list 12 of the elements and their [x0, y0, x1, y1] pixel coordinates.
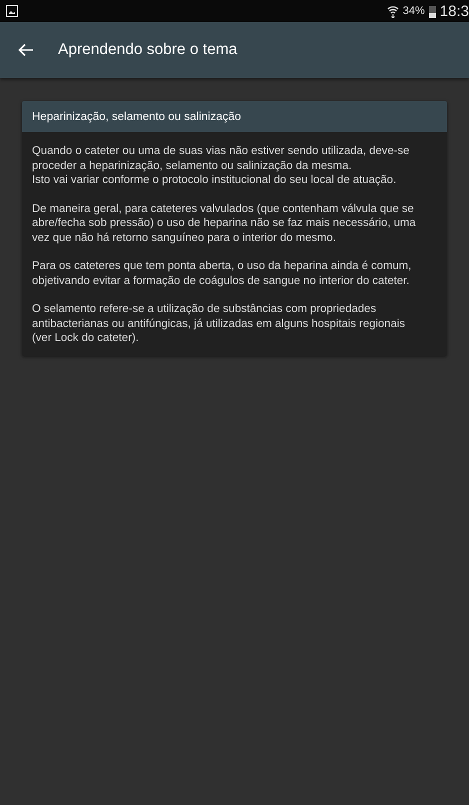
body-paragraph: O selamento refere-se a utilização de substâncias com propriedades antibacterianas ou antifúngicas, já utilizadas em alguns hospitais regionais (ver Lock do cateter).	[32, 302, 406, 346]
back-button[interactable]	[18, 43, 34, 57]
picture-icon	[6, 5, 18, 17]
body-paragraph: De maneira geral, para cateteres valvulados (que contenham válvula que se abre/fecha sob pressão) o uso de heparina não se faz mais necessário, uma vez que não há retorno sanguíneo para o interior do mesmo.	[32, 202, 417, 245]
battery-percentage: 34%	[402, 5, 425, 17]
wifi-icon	[386, 4, 399, 18]
app-bar-title: Aprendendo sobre o tema	[58, 41, 238, 59]
status-time: 18:3	[440, 2, 469, 20]
battery-icon	[428, 4, 436, 18]
body-paragraph: Para os cateteres que tem ponta aberta, o uso da heparina ainda é comum, objetivando evitar a formação de coágulos de sangue no interior do cateter.	[32, 259, 412, 288]
body-paragraph: Quando o cateter ou uma de suas vias não estiver sendo utilizada, deve-se proceder a heparinização, selamento ou salinização da mesma. Isto vai variar conforme o protocolo institucional do seu local de atuação.	[32, 144, 410, 188]
card-header: Heparinização, selamento ou salinização	[22, 101, 447, 132]
